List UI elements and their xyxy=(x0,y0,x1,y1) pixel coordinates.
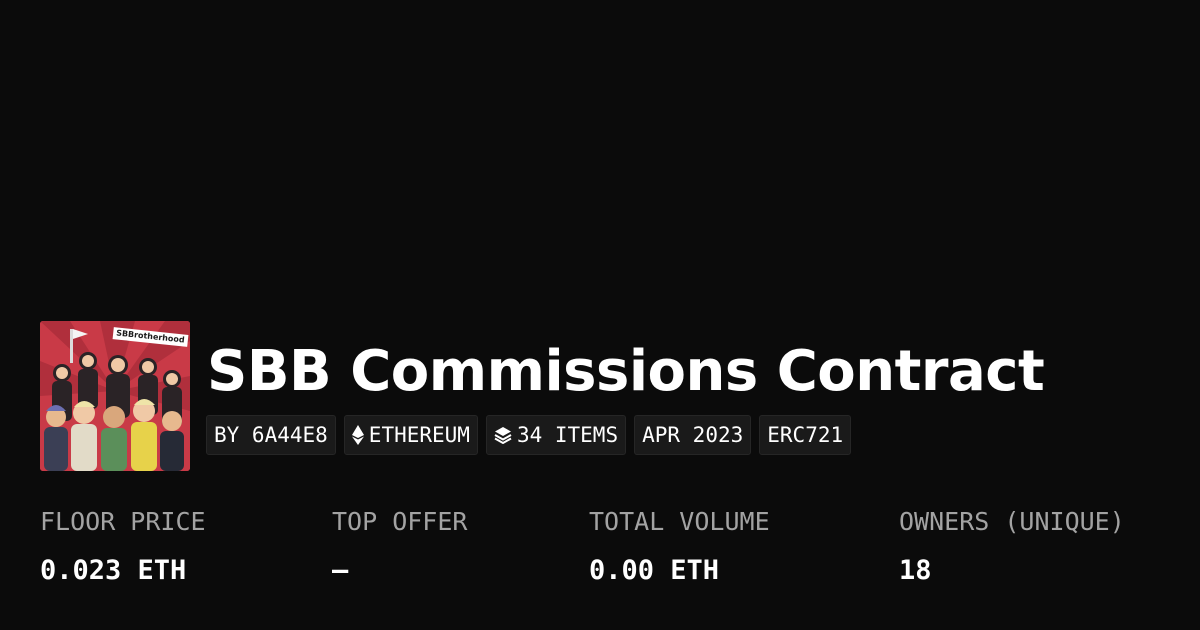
token-standard-label: ERC721 xyxy=(767,423,844,447)
layers-icon xyxy=(494,427,512,444)
collection-avatar: SBBrotherhood xyxy=(40,321,190,471)
total-volume-stat: TOTAL VOLUME 0.00 ETH xyxy=(589,500,770,598)
items-chip[interactable]: 34 ITEMS xyxy=(485,415,627,455)
chain-chip[interactable]: ETHEREUM xyxy=(343,415,478,455)
floor-price-label: FLOOR PRICE xyxy=(40,507,206,536)
collection-title: SBB Commissions Contract xyxy=(207,339,1045,404)
collection-meta-chips: BY 6A44E8 ETHEREUM 34 ITEMS APR 2023 ERC… xyxy=(206,415,852,455)
items-count-label: 34 ITEMS xyxy=(516,423,619,447)
creator-chip[interactable]: BY 6A44E8 xyxy=(206,415,336,455)
creator-label: BY 6A44E8 xyxy=(214,423,328,447)
owners-value: 18 xyxy=(899,555,932,586)
date-chip: APR 2023 xyxy=(634,415,752,455)
chain-label: ETHEREUM xyxy=(368,423,470,447)
owners-stat: OWNERS (UNIQUE) 18 xyxy=(899,500,1125,598)
ethereum-icon xyxy=(351,425,364,445)
created-date-label: APR 2023 xyxy=(642,423,744,447)
total-volume-label: TOTAL VOLUME xyxy=(589,507,770,536)
standard-chip: ERC721 xyxy=(759,415,852,455)
owners-label: OWNERS (UNIQUE) xyxy=(899,507,1125,536)
top-offer-label: TOP OFFER xyxy=(332,507,468,536)
page: { "collection": { "title": "SBB Commissi… xyxy=(0,0,1200,630)
top-offer-value: – xyxy=(332,555,349,586)
top-offer-stat: TOP OFFER – xyxy=(332,500,467,598)
floor-price-stat: FLOOR PRICE 0.023 ETH xyxy=(40,500,206,598)
floor-price-value: 0.023 ETH xyxy=(40,555,187,586)
total-volume-value: 0.00 ETH xyxy=(589,555,720,586)
